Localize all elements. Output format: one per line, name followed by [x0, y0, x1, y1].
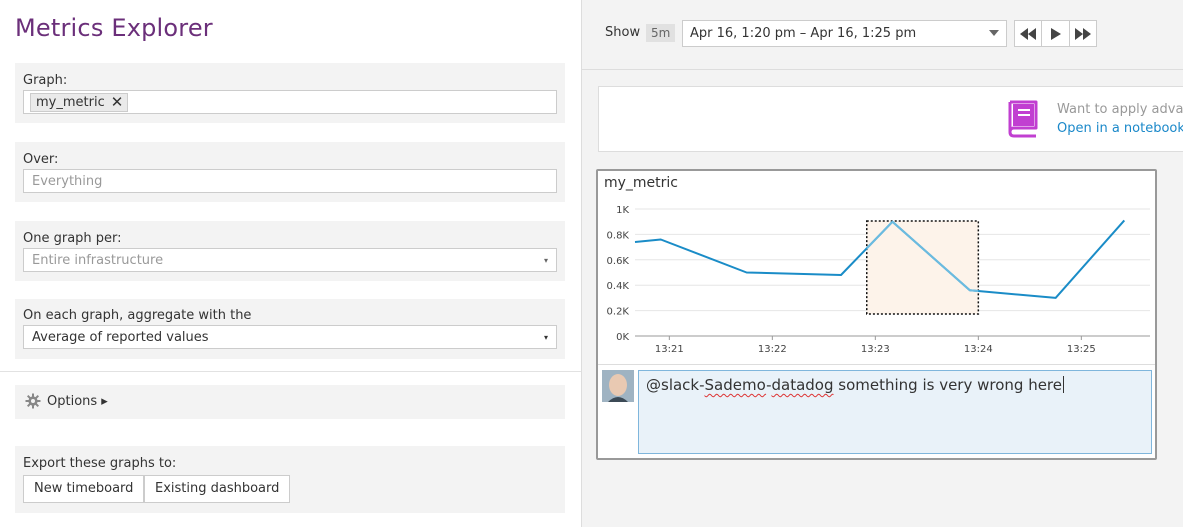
comment-text: @slack-Sademo-datadog something is very … — [646, 376, 1065, 394]
notebook-icon — [1008, 100, 1038, 138]
metric-chart[interactable]: 0K 0.2K 0.4K 0.6K 0.8K 1K 13:21 13:22 13:23 13:24… — [598, 196, 1155, 364]
per-section: One graph per: Entire infrastructure ▾ — [15, 221, 565, 281]
show-label: Show — [605, 25, 641, 40]
time-nav-group — [1014, 20, 1097, 47]
comment-area: @slack-Sademo-datadog something is very … — [598, 364, 1155, 458]
query-panel: Metrics Explorer Graph: my_metric ✕ Over… — [0, 0, 581, 527]
options-toggle[interactable]: Options ▸ — [15, 385, 565, 419]
divider — [0, 371, 581, 372]
per-select[interactable]: Entire infrastructure ▾ — [23, 248, 557, 272]
remove-tag-icon[interactable]: ✕ — [111, 95, 124, 110]
time-range-select[interactable]: Apr 16, 1:20 pm – Apr 16, 1:25 pm — [682, 20, 1007, 47]
page-title: Metrics Explorer — [15, 14, 213, 42]
graph-title: my_metric — [604, 175, 679, 191]
aggregate-label: On each graph, aggregate with the — [23, 308, 252, 323]
aggregate-select[interactable]: Average of reported values ▾ — [23, 325, 557, 349]
text-cursor — [1063, 376, 1065, 393]
y-tick-label: 0.8K — [607, 230, 630, 241]
y-tick-label: 0.4K — [607, 281, 630, 292]
avatar — [602, 370, 634, 402]
comment-input[interactable]: @slack-Sademo-datadog something is very … — [638, 370, 1152, 454]
metric-tag: my_metric ✕ — [30, 93, 129, 112]
export-label: Export these graphs to: — [23, 456, 177, 471]
y-tick-label: 0.6K — [607, 256, 630, 267]
selection-box — [866, 220, 980, 315]
chevron-down-icon — [989, 30, 999, 36]
over-placeholder: Everything — [32, 174, 103, 189]
rewind-icon — [1020, 27, 1037, 40]
gear-icon — [25, 393, 41, 409]
x-tick-label: 13:22 — [758, 344, 787, 355]
aggregate-value: Average of reported values — [32, 330, 209, 345]
graph-label: Graph: — [23, 73, 68, 88]
options-label: Options ▸ — [47, 393, 108, 409]
over-input[interactable]: Everything — [23, 169, 557, 193]
aggregate-section: On each graph, aggregate with the Averag… — [15, 299, 565, 359]
rewind-button[interactable] — [1015, 21, 1043, 46]
per-value: Entire infrastructure — [32, 253, 164, 268]
play-button[interactable] — [1042, 21, 1070, 46]
x-tick-label: 13:24 — [964, 344, 993, 355]
range-badge[interactable]: 5m — [646, 24, 676, 42]
over-section: Over: Everything — [15, 142, 565, 202]
over-label: Over: — [23, 152, 59, 167]
chevron-down-icon: ▾ — [543, 256, 548, 265]
existing-dashboard-button[interactable]: Existing dashboard — [144, 475, 291, 503]
time-toolbar: Show 5m Apr 16, 1:20 pm – Apr 16, 1:25 p… — [582, 0, 1183, 70]
comment-message: something is very wrong here — [833, 376, 1063, 394]
y-tick-label: 0K — [616, 332, 629, 343]
chevron-down-icon: ▾ — [543, 333, 548, 342]
metrics-explorer-app: Metrics Explorer Graph: my_metric ✕ Over… — [0, 0, 1183, 527]
x-tick-label: 13:23 — [861, 344, 890, 355]
y-tick-label: 1K — [616, 205, 629, 216]
play-icon — [1051, 27, 1062, 40]
graph-section: Graph: my_metric ✕ — [15, 63, 565, 123]
comment-mention: @slack-Sademo-datadog — [646, 376, 834, 394]
open-notebook-link[interactable]: Open in a notebook — [1057, 121, 1183, 136]
x-tick-label: 13:25 — [1067, 344, 1096, 355]
notebook-banner: Want to apply advanc Open in a notebook — [598, 86, 1183, 152]
metric-tag-label: my_metric — [36, 95, 105, 110]
graph-card: my_metric 0K 0.2K 0.4K 0.6K 0.8K 1K 13:21 13:22… — [596, 169, 1157, 460]
time-range-value: Apr 16, 1:20 pm – Apr 16, 1:25 pm — [690, 26, 917, 41]
fast-forward-button[interactable] — [1070, 21, 1096, 46]
notebook-prompt: Want to apply advanc — [1057, 102, 1183, 117]
new-timeboard-button[interactable]: New timeboard — [23, 475, 145, 503]
y-tick-label: 0.2K — [607, 307, 630, 318]
fast-forward-icon — [1074, 27, 1091, 40]
graph-metric-input[interactable]: my_metric ✕ — [23, 90, 557, 114]
graph-panel: Show 5m Apr 16, 1:20 pm – Apr 16, 1:25 p… — [581, 0, 1183, 527]
x-tick-label: 13:21 — [655, 344, 684, 355]
per-label: One graph per: — [23, 231, 122, 246]
export-section: Export these graphs to: New timeboard Ex… — [15, 446, 565, 513]
